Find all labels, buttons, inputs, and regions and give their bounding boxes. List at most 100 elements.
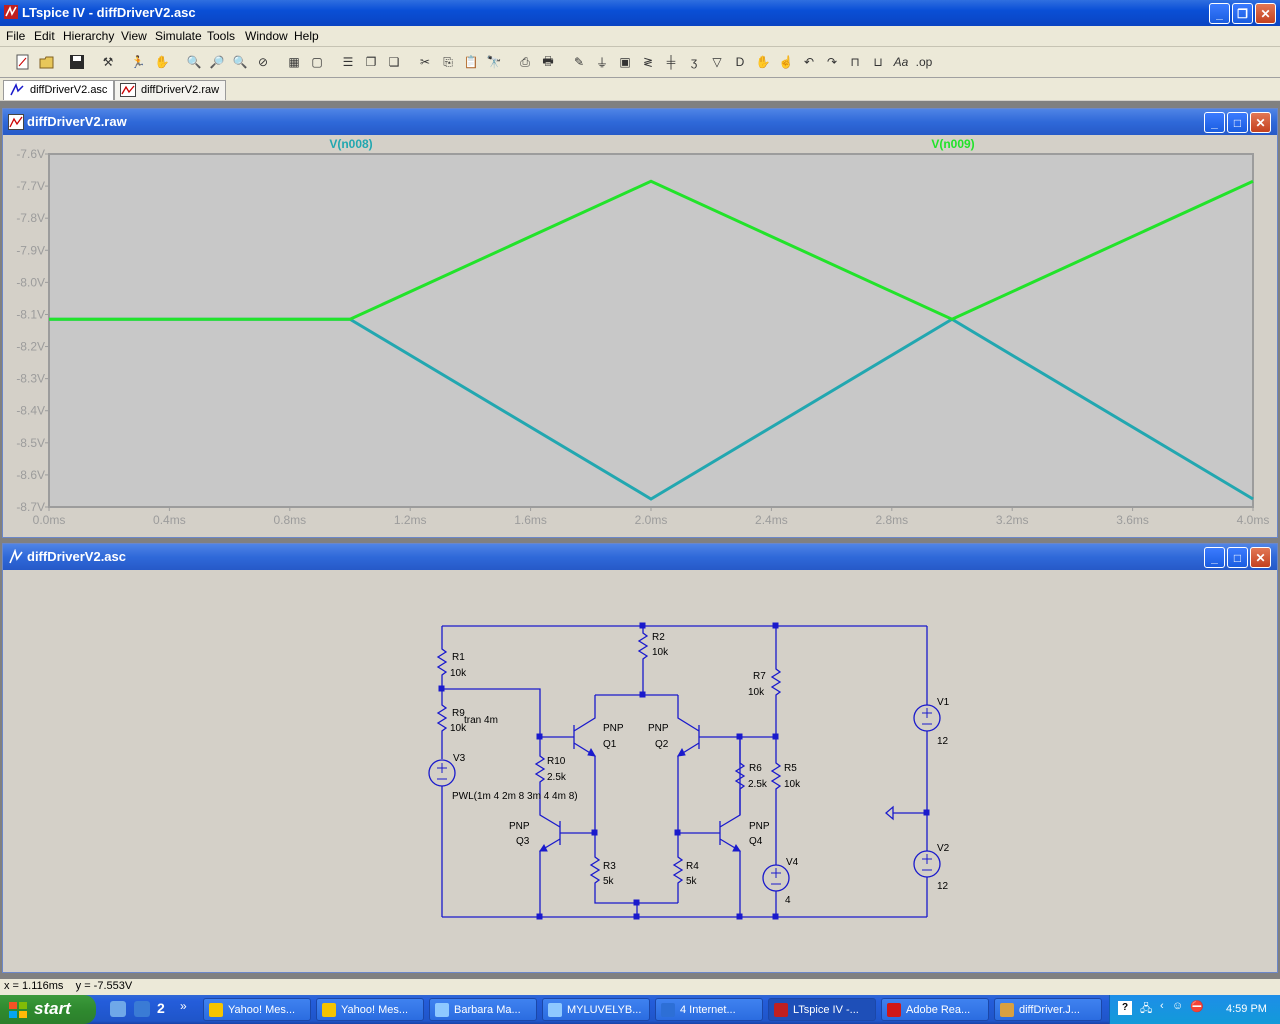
move-icon[interactable]: ✋ [753, 52, 773, 72]
cascade-icon[interactable]: ❐ [361, 52, 381, 72]
cut-icon[interactable]: ✂ [415, 52, 435, 72]
clock[interactable]: 4:59 PM [1226, 1003, 1267, 1015]
minimize-button[interactable]: _ [1209, 3, 1230, 24]
task-ltspice[interactable]: LTspice IV -... [768, 998, 876, 1021]
inductor-icon[interactable]: ʒ [684, 52, 704, 72]
fit-icon[interactable]: ▢ [307, 52, 327, 72]
menu-tools[interactable]: Tools [207, 29, 235, 43]
schematic-window[interactable]: diffDriverV2.asc _ □ ✕ R1 10k R2 10k R7 … [2, 543, 1278, 973]
draw-wire-icon[interactable]: ✎ [569, 52, 589, 72]
app-titlebar[interactable]: LTspice IV - diffDriverV2.asc _ ❐ ✕ [0, 0, 1280, 26]
capacitor-icon[interactable]: ╪ [661, 52, 681, 72]
menu-simulate[interactable]: Simulate [155, 29, 202, 43]
waveform-close-button[interactable]: ✕ [1250, 112, 1271, 133]
label-net-icon[interactable]: ▣ [615, 52, 635, 72]
resistor-icon[interactable]: ≷ [638, 52, 658, 72]
paste-icon[interactable]: 📋 [461, 52, 481, 72]
undo-icon[interactable]: ↶ [799, 52, 819, 72]
internet-explorer-icon[interactable] [134, 1001, 150, 1017]
open-icon[interactable] [37, 52, 57, 72]
r2-resistor[interactable] [637, 626, 649, 695]
print-icon[interactable]: 🖶 [538, 52, 558, 72]
schematic-canvas[interactable]: R1 10k R2 10k R7 10k V1 12 R9 10k tran 4… [3, 571, 1275, 969]
r5-resistor[interactable] [770, 737, 782, 865]
q4-transistor[interactable] [678, 737, 741, 917]
component-icon[interactable]: D [730, 52, 750, 72]
tile-horizontal-icon[interactable]: ☰ [338, 52, 358, 72]
control-panel-icon[interactable]: ⚒ [98, 52, 118, 72]
zoom-fit-icon[interactable]: ⊘ [253, 52, 273, 72]
menu-edit[interactable]: Edit [34, 29, 55, 43]
spice-directive-icon[interactable]: .op [914, 52, 934, 72]
save-icon[interactable] [67, 52, 87, 72]
taskbar: start 2 » Yahoo! Mes... Yahoo! Mes... Ba… [0, 995, 1280, 1024]
schematic-window-titlebar[interactable]: diffDriverV2.asc _ □ ✕ [3, 544, 1277, 570]
r7-resistor[interactable] [770, 626, 782, 737]
task-barbara[interactable]: Barbara Ma... [429, 998, 537, 1021]
task-diffdriver-image[interactable]: diffDriver.J... [994, 998, 1102, 1021]
show-desktop-icon[interactable] [110, 1001, 126, 1017]
start-button[interactable]: start [0, 995, 96, 1024]
schematic-minimize-button[interactable]: _ [1204, 547, 1225, 568]
redo-icon[interactable]: ↷ [822, 52, 842, 72]
zoom-in-icon[interactable]: 🔍 [184, 52, 204, 72]
show-hidden-icons-icon[interactable]: ‹ [1160, 1000, 1164, 1012]
task-label: Yahoo! Mes... [228, 1004, 296, 1016]
menu-view[interactable]: View [121, 29, 147, 43]
new-schematic-icon[interactable] [13, 52, 33, 72]
waveform-window-titlebar[interactable]: diffDriverV2.raw _ □ ✕ [3, 109, 1277, 135]
quicklaunch-overflow-icon[interactable]: » [180, 999, 187, 1013]
x-tick-label: 1.2ms [394, 513, 427, 527]
tile-vertical-icon[interactable]: ❏ [384, 52, 404, 72]
task-yahoo-2[interactable]: Yahoo! Mes... [316, 998, 424, 1021]
schematic-close-button[interactable]: ✕ [1250, 547, 1271, 568]
text-icon[interactable]: Aa [891, 52, 911, 72]
r1-resistor[interactable] [436, 626, 448, 689]
zoom-pan-icon[interactable]: 🔎 [207, 52, 227, 72]
legend-v-n009[interactable]: V(n009) [931, 137, 974, 151]
security-tray-icon[interactable]: ⛔ [1190, 1000, 1204, 1013]
label-v3: V3 [453, 753, 466, 764]
waveform-plot[interactable]: -7.6V -7.7V -7.8V -7.9V -8.0V -8.1V -8.2V -8.3V… [3, 136, 1275, 536]
menu-file[interactable]: File [6, 29, 25, 43]
menu-hierarchy[interactable]: Hierarchy [63, 29, 114, 43]
task-myluvely[interactable]: MYLUVELYB... [542, 998, 650, 1021]
quicklaunch-count[interactable]: 2 [157, 1000, 165, 1016]
network-tray-icon[interactable]: 🖧 [1140, 1000, 1152, 1019]
task-internet[interactable]: 4 Internet... [655, 998, 763, 1021]
q3-transistor[interactable] [539, 811, 595, 917]
spice-directive-tran[interactable]: tran 4m [464, 715, 498, 726]
print-setup-icon[interactable]: ⎙ [515, 52, 535, 72]
drag-icon[interactable]: ☝ [776, 52, 796, 72]
help-tray-icon[interactable]: ? [1118, 1001, 1132, 1015]
waveform-window[interactable]: diffDriverV2.raw _ □ ✕ -7.6V -7.7V -7.8V -7… [2, 108, 1278, 538]
close-button[interactable]: ✕ [1255, 3, 1276, 24]
zoom-out-icon[interactable]: 🔍 [230, 52, 250, 72]
waveform-minimize-button[interactable]: _ [1204, 112, 1225, 133]
schematic-maximize-button[interactable]: □ [1227, 547, 1248, 568]
waveform-maximize-button[interactable]: □ [1227, 112, 1248, 133]
diode-icon[interactable]: ▽ [707, 52, 727, 72]
mirror-icon[interactable]: ⊔ [868, 52, 888, 72]
r4-resistor[interactable] [672, 833, 684, 903]
ground-icon[interactable]: ⏚ [592, 52, 612, 72]
messenger-tray-icon[interactable]: ☺ [1172, 1000, 1183, 1012]
menu-window[interactable]: Window [245, 29, 288, 43]
run-icon[interactable]: 🏃 [128, 52, 148, 72]
tab-waveform[interactable]: diffDriverV2.raw [114, 80, 227, 100]
tab-schematic[interactable]: diffDriverV2.asc [3, 80, 115, 100]
task-adobe-reader[interactable]: Adobe Rea... [881, 998, 989, 1021]
legend-v-n008[interactable]: V(n008) [329, 137, 372, 151]
menu-help[interactable]: Help [294, 29, 319, 43]
q2-transistor[interactable] [677, 695, 740, 833]
task-yahoo-1[interactable]: Yahoo! Mes... [203, 998, 311, 1021]
copy-icon[interactable]: ⎘ [438, 52, 458, 72]
x-tick-label: 0.4ms [153, 513, 186, 527]
r9-resistor[interactable] [436, 689, 448, 759]
plot-frame[interactable] [48, 153, 1254, 508]
autorange-icon[interactable]: ▦ [284, 52, 304, 72]
rotate-icon[interactable]: ⊓ [845, 52, 865, 72]
restore-button[interactable]: ❐ [1232, 3, 1253, 24]
halt-icon[interactable]: ✋ [152, 52, 172, 72]
find-icon[interactable]: 🔭 [484, 52, 504, 72]
